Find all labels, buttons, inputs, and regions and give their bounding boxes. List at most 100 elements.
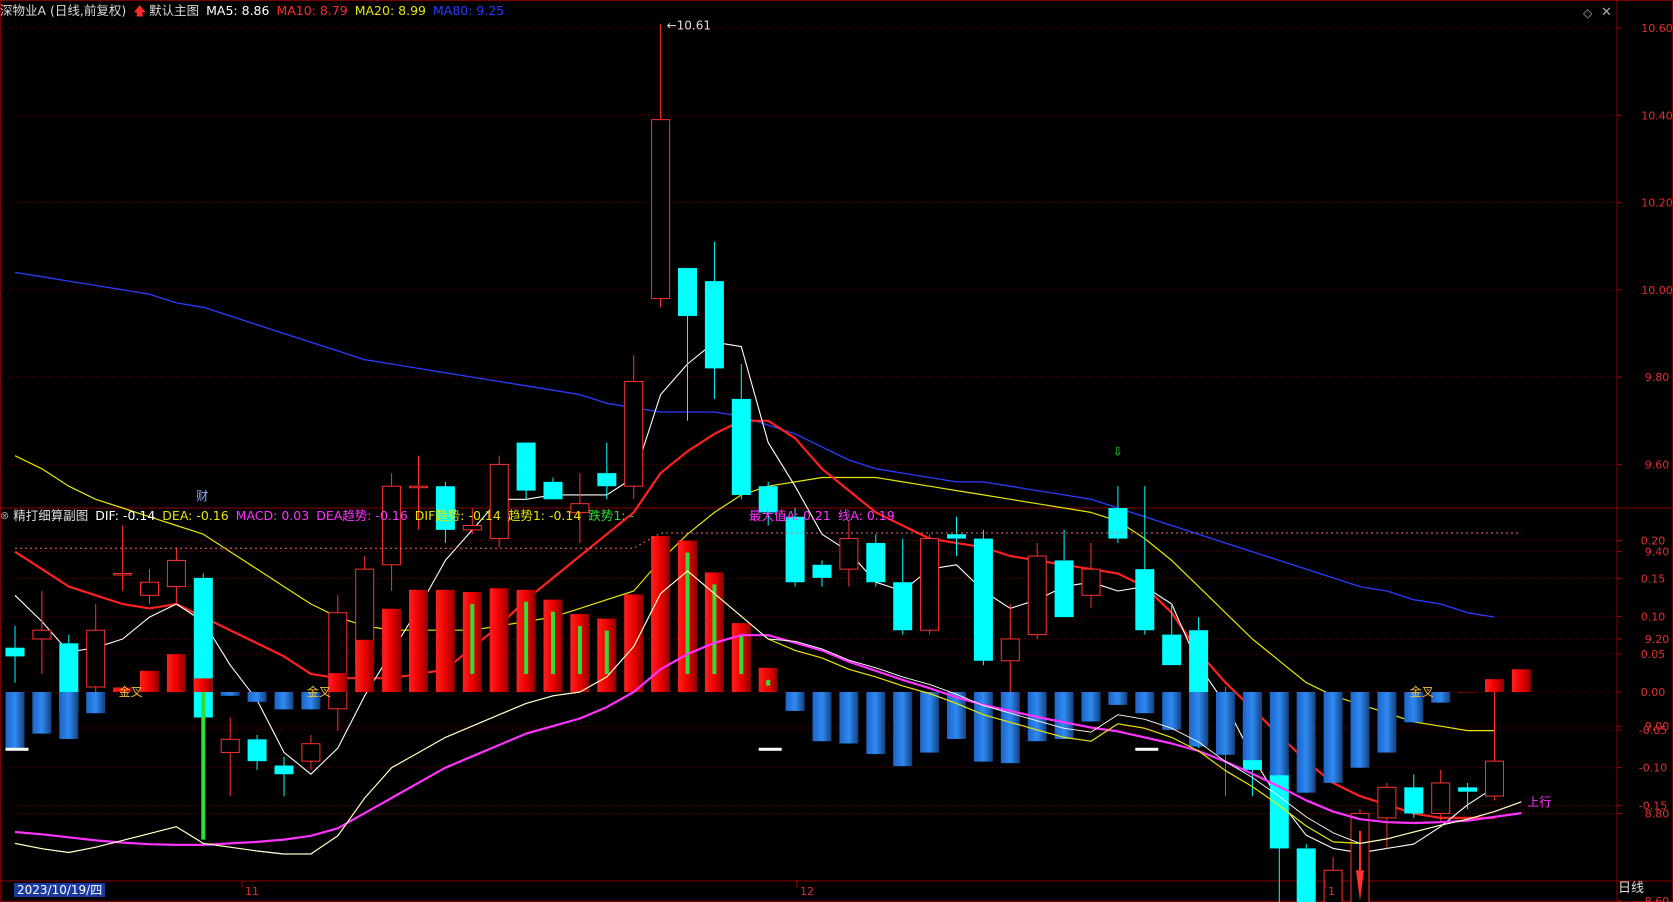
candle-up — [920, 538, 940, 631]
sub-tick-label: -0.05 — [1639, 724, 1667, 737]
macd-bar-negative — [1269, 692, 1289, 776]
candle-up — [1377, 786, 1397, 819]
period-button[interactable]: 日线 — [1618, 882, 1644, 896]
candle-down — [5, 647, 25, 657]
price-tick-label: 10.20 — [1641, 197, 1673, 210]
macd-bar-negative — [1350, 692, 1370, 768]
candle-down — [812, 564, 832, 578]
macd-shrink-marker — [524, 601, 529, 674]
candle-up — [489, 463, 509, 540]
stock-title[interactable]: 深物业A (日线,前复权) — [0, 1, 126, 21]
candle-down — [1135, 569, 1155, 631]
max-a-value: 最大值A: 0.21 — [748, 508, 831, 523]
candle-up — [328, 612, 348, 710]
candle-down — [1404, 787, 1424, 814]
macd-bar-negative — [1242, 692, 1262, 761]
candle-down — [1162, 634, 1182, 666]
macd-bar-negative — [1296, 692, 1316, 793]
macd-bar-positive — [624, 594, 644, 692]
candle-down — [1296, 848, 1316, 902]
dea-trend-value: DEA趋势: -0.16 — [316, 508, 408, 523]
sub-tick-label: -0.10 — [1639, 762, 1667, 775]
sub-title[interactable]: 精打细算副图 — [13, 506, 88, 526]
green-down-arrow-icon: ⇩ — [1113, 445, 1123, 459]
macd-shrink-marker — [739, 635, 744, 674]
template-name[interactable]: 默认主图 — [149, 1, 199, 21]
line-a-value: 线A: 0.19 — [837, 508, 895, 523]
macd-bar-negative — [86, 692, 106, 714]
macd-bar-negative — [1000, 692, 1020, 764]
dif-value: DIF: -0.14 — [95, 508, 156, 523]
macd-bar-positive — [489, 588, 509, 692]
time-tick-label: 11 — [245, 885, 259, 898]
candle-down — [1108, 508, 1128, 539]
macd-shrink-marker — [766, 679, 771, 686]
candle-down — [1458, 787, 1478, 792]
macd-bar-positive — [355, 639, 375, 692]
trend1-value: 趋势1: -0.14 — [507, 508, 582, 523]
candle-up — [462, 524, 482, 531]
sub-tick-label: 0.20 — [1641, 535, 1666, 548]
price-tick-label: 8.60 — [1645, 895, 1670, 902]
kline-chart[interactable]: 10.6010.4010.2010.009.809.609.409.209.00… — [0, 0, 1673, 902]
macd-bar-negative — [920, 692, 940, 753]
candle-down — [543, 481, 563, 500]
time-tick-label: 1 — [1328, 885, 1335, 898]
candle-up — [86, 629, 106, 688]
macd-bar-positive — [382, 608, 402, 692]
chart-frame — [0, 0, 1673, 902]
candle-up — [651, 119, 671, 300]
golden-cross-label: 金叉 — [307, 684, 331, 699]
dif-trend-value: DIF趋势: -0.14 — [414, 508, 501, 523]
candle-down — [947, 534, 966, 539]
macd-shrink-marker — [712, 584, 717, 674]
candle-down — [893, 582, 913, 631]
macd-bar-positive — [140, 670, 159, 692]
ma5-value: MA5: 8.86 — [206, 3, 270, 18]
macd-value: MACD: 0.03 — [235, 508, 310, 523]
macd-shrink-marker — [470, 604, 475, 674]
macd-bar-positive — [1511, 669, 1531, 692]
macd-bar-positive — [435, 589, 455, 692]
macd-bar-negative — [1108, 692, 1128, 705]
candle-down — [516, 442, 536, 491]
collapse-icon[interactable]: ⊗ — [0, 506, 9, 526]
macd-bar-positive — [166, 654, 186, 692]
macd-bar-positive — [409, 589, 428, 692]
macd-shrink-marker — [551, 611, 555, 674]
sub-tick-label: 0.05 — [1641, 648, 1666, 661]
sub-tick-label: -0.15 — [1639, 800, 1667, 813]
candle-up — [220, 738, 240, 753]
macd-bar-positive — [328, 673, 348, 692]
macd-bar-negative — [1216, 692, 1235, 755]
price-tick-label: 10.00 — [1641, 284, 1673, 297]
ma20-line — [14, 455, 1495, 732]
macd-bar-negative — [1162, 692, 1182, 730]
macd-bar-negative — [812, 692, 832, 742]
fall1-value: 跌势1: - — [588, 508, 634, 523]
up-trend-label: 上行 — [1527, 795, 1551, 809]
red-up-arrow-icon: 🡅 — [133, 3, 147, 18]
candle-up — [1000, 638, 1020, 662]
candle-up — [1081, 568, 1101, 596]
macd-floor-marker — [758, 747, 782, 751]
candle-down — [704, 281, 724, 369]
price-tick-label: 9.40 — [1645, 546, 1670, 559]
dea-value: DEA: -0.16 — [162, 508, 229, 523]
macd-bar-negative — [1135, 692, 1155, 714]
candle-up — [32, 629, 52, 640]
close-icon[interactable]: ✕ — [1601, 5, 1612, 20]
macd-floor-marker — [1135, 747, 1159, 751]
price-tick-label: 9.20 — [1645, 633, 1670, 646]
golden-cross-label: 金叉 — [119, 684, 143, 699]
sub-tick-label: 0.10 — [1641, 610, 1666, 623]
macd-shrink-marker — [577, 626, 582, 674]
candle-down — [1054, 560, 1074, 618]
golden-cross-label: 金叉 — [1410, 684, 1434, 699]
candle-down — [973, 538, 993, 661]
time-tick-label: 12 — [800, 885, 814, 898]
macd-bar-negative — [1054, 692, 1074, 739]
restore-icon[interactable]: ◇ — [1583, 6, 1592, 20]
macd-bar-negative — [5, 692, 25, 749]
sub-tick-label: 0.15 — [1641, 572, 1666, 585]
